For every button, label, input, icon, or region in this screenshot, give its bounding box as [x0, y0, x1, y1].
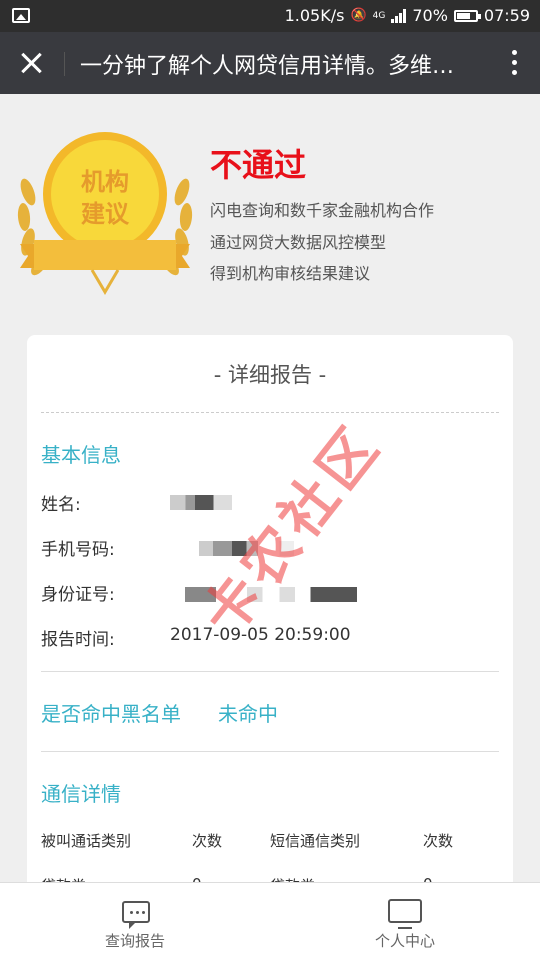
blacklist-label: 是否命中黑名单 [41, 702, 181, 726]
close-button[interactable] [16, 48, 46, 78]
report-time-label: 报告时间: [41, 630, 115, 650]
battery-icon [453, 9, 481, 22]
badge-line-1: 机构 [81, 168, 129, 196]
divider [41, 671, 499, 672]
status-right: 1.05K/s 🔕 4G 70% 07:59 [285, 6, 530, 25]
id-label: 身份证号: [41, 585, 115, 605]
network-type: 4G [372, 10, 386, 21]
col-header-call-type: 被叫通话类别 [41, 832, 132, 850]
col-header-sms-type: 短信通信类别 [270, 832, 361, 850]
communication-heading: 通信详情 [41, 782, 121, 806]
col-header-sms-count: 次数 [423, 832, 454, 850]
result-status: 不通过 [210, 146, 307, 184]
mute-icon: 🔕 [350, 8, 367, 23]
network-speed: 1.05K/s [284, 6, 345, 25]
phone-label: 手机号码: [41, 540, 115, 560]
dashed-divider [41, 412, 499, 413]
monitor-icon [388, 899, 422, 929]
result-desc-2: 通过网贷大数据风控模型 [210, 233, 387, 252]
tab-personal-center-label: 个人中心 [374, 932, 435, 950]
result-desc-1: 闪电查询和数千家金融机构合作 [210, 201, 435, 220]
more-options-button[interactable] [510, 50, 518, 78]
signal-icon [391, 8, 407, 23]
chat-icon [122, 901, 150, 929]
status-bar: 1.05K/s 🔕 4G 70% 07:59 [0, 0, 540, 32]
report-card: - 详细报告 - 基本信息 姓名: 手机号码: 身份证号: 报告时间: 2017… [27, 335, 513, 935]
battery-percent: 70% [412, 6, 448, 25]
masked-name [170, 495, 232, 510]
page-title: 一分钟了解个人网贷信用详情。多维… [80, 54, 455, 79]
institution-advice-badge: 机构 建议 [17, 132, 193, 295]
badge-line-2: 建议 [81, 200, 130, 228]
gallery-icon [12, 8, 30, 23]
tab-query-report-label: 查询报告 [104, 932, 165, 950]
blacklist-value: 未命中 [218, 702, 278, 726]
tab-personal-center[interactable]: 个人中心 [270, 883, 540, 960]
tab-query-report[interactable]: 查询报告 [0, 883, 270, 960]
bottom-nav: 查询报告 个人中心 [0, 882, 540, 960]
name-label: 姓名: [41, 495, 81, 515]
col-header-call-count: 次数 [192, 832, 223, 850]
divider [41, 751, 499, 752]
basic-info-heading: 基本信息 [41, 443, 121, 467]
divider [64, 52, 65, 76]
title-bar: 一分钟了解个人网贷信用详情。多维… [0, 32, 540, 94]
result-desc-3: 得到机构审核结果建议 [210, 264, 371, 283]
report-title: - 详细报告 - [213, 363, 327, 387]
clock: 07:59 [483, 6, 530, 25]
